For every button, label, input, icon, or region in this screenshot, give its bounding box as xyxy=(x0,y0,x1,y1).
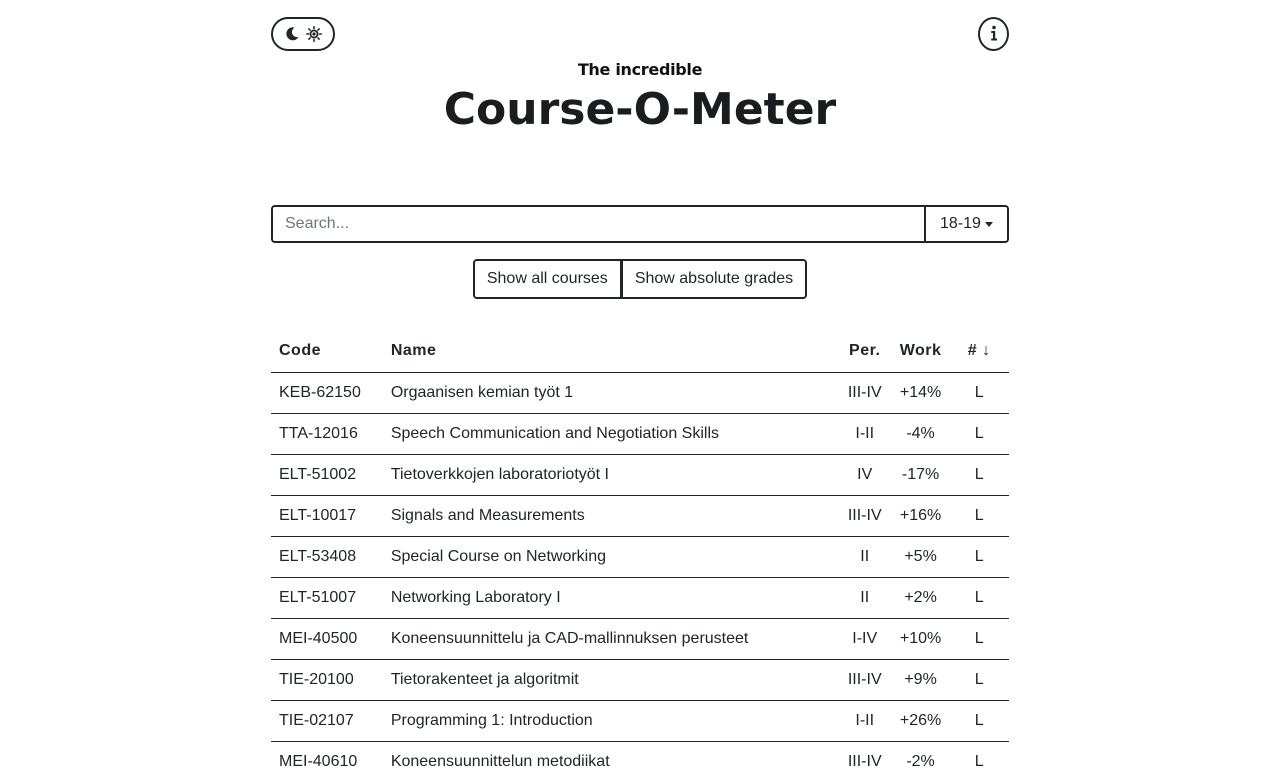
course-name: Speech Communication and Negotiation Ski… xyxy=(382,413,838,455)
column-header-name[interactable]: Name xyxy=(382,330,838,373)
course-code: KEB-62150 xyxy=(271,372,383,414)
course-work: +5% xyxy=(891,536,950,578)
course-name: Tietorakenteet ja algoritmit xyxy=(382,659,838,701)
table-row[interactable]: ELT-51007 Networking Laboratory I II +2%… xyxy=(271,577,1009,619)
course-work: -4% xyxy=(891,413,950,455)
caret-down-icon xyxy=(984,221,993,227)
course-name: Tietoverkkojen laboratoriotyöt I xyxy=(382,454,838,496)
course-count: L xyxy=(949,495,1009,537)
show-absolute-grades-button[interactable]: Show absolute grades xyxy=(621,259,808,299)
table-header-row: Code Name Per. Work # ↓ xyxy=(271,330,1009,373)
course-work: +14% xyxy=(891,372,950,414)
course-period: I-II xyxy=(837,700,892,742)
course-period: III-IV xyxy=(837,741,892,780)
info-icon xyxy=(986,24,1002,45)
course-count: L xyxy=(949,577,1009,619)
course-count: L xyxy=(949,536,1009,578)
course-period: II xyxy=(837,536,892,578)
course-work: -2% xyxy=(891,741,950,780)
search-bar: 18-19 xyxy=(271,205,1009,243)
page-title: Course-O-Meter xyxy=(443,84,837,135)
course-work: +26% xyxy=(891,700,950,742)
theme-toggle-button[interactable] xyxy=(271,17,335,51)
page-subtitle: The incredible xyxy=(577,60,703,79)
courses-table-body: KEB-62150 Orgaanisen kemian työt 1 III-I… xyxy=(271,372,1009,780)
table-row[interactable]: MEI-40500 Koneensuunnittelu ja CAD-malli… xyxy=(271,618,1009,660)
moon-icon xyxy=(284,26,300,42)
course-name: Koneensuunnittelu ja CAD-mallinnuksen pe… xyxy=(382,618,838,660)
course-work: +16% xyxy=(891,495,950,537)
course-name: Orgaanisen kemian työt 1 xyxy=(382,372,838,414)
search-input[interactable] xyxy=(271,205,926,243)
course-code: ELT-51002 xyxy=(271,454,383,496)
course-period: II xyxy=(837,577,892,619)
course-name: Programming 1: Introduction xyxy=(382,700,838,742)
table-row[interactable]: ELT-51002 Tietoverkkojen laboratoriotyöt… xyxy=(271,454,1009,496)
course-code: MEI-40610 xyxy=(271,741,383,780)
course-count: L xyxy=(949,372,1009,414)
course-code: TIE-20100 xyxy=(271,659,383,701)
table-row[interactable]: KEB-62150 Orgaanisen kemian työt 1 III-I… xyxy=(271,372,1009,414)
view-options: Show all courses Show absolute grades xyxy=(271,259,1009,299)
year-dropdown[interactable]: 18-19 xyxy=(926,205,1009,243)
course-code: MEI-40500 xyxy=(271,618,383,660)
course-code: TTA-12016 xyxy=(271,413,383,455)
course-code: ELT-51007 xyxy=(271,577,383,619)
table-row[interactable]: ELT-10017 Signals and Measurements III-I… xyxy=(271,495,1009,537)
info-button[interactable] xyxy=(978,17,1009,51)
column-header-code[interactable]: Code xyxy=(271,330,383,373)
course-count: L xyxy=(949,454,1009,496)
table-row[interactable]: TIE-20100 Tietorakenteet ja algoritmit I… xyxy=(271,659,1009,701)
sun-icon xyxy=(306,26,322,42)
course-period: III-IV xyxy=(837,659,892,701)
course-period: III-IV xyxy=(837,372,892,414)
course-work: +10% xyxy=(891,618,950,660)
course-count: L xyxy=(949,618,1009,660)
course-code: TIE-02107 xyxy=(271,700,383,742)
show-all-courses-button[interactable]: Show all courses xyxy=(472,259,622,299)
table-row[interactable]: TTA-12016 Speech Communication and Negot… xyxy=(271,413,1009,455)
course-period: IV xyxy=(837,454,892,496)
course-work: +2% xyxy=(891,577,950,619)
course-count: L xyxy=(949,413,1009,455)
table-row[interactable]: TIE-02107 Programming 1: Introduction I-… xyxy=(271,700,1009,742)
course-code: ELT-10017 xyxy=(271,495,383,537)
column-header-count[interactable]: # ↓ xyxy=(949,330,1009,373)
column-header-work[interactable]: Work xyxy=(891,330,950,373)
table-row[interactable]: ELT-53408 Special Course on Networking I… xyxy=(271,536,1009,578)
course-count: L xyxy=(949,700,1009,742)
course-name: Signals and Measurements xyxy=(382,495,838,537)
course-count: L xyxy=(949,659,1009,701)
table-row[interactable]: MEI-40610 Koneensuunnittelun metodiikat … xyxy=(271,741,1009,780)
course-count: L xyxy=(949,741,1009,780)
course-period: III-IV xyxy=(837,495,892,537)
course-period: I-II xyxy=(837,413,892,455)
course-name: Networking Laboratory I xyxy=(382,577,838,619)
column-header-period[interactable]: Per. xyxy=(837,330,892,373)
course-period: I-IV xyxy=(837,618,892,660)
course-work: -17% xyxy=(891,454,950,496)
course-name: Koneensuunnittelun metodiikat xyxy=(382,741,838,780)
course-name: Special Course on Networking xyxy=(382,536,838,578)
courses-table: Code Name Per. Work # ↓ KEB-62150 Orgaan… xyxy=(271,330,1009,780)
column-header-count-label: # xyxy=(967,341,978,359)
sort-down-icon: ↓ xyxy=(982,341,991,359)
course-work: +9% xyxy=(891,659,950,701)
year-dropdown-label: 18-19 xyxy=(940,215,981,232)
course-code: ELT-53408 xyxy=(271,536,383,578)
page-container: The incredible Course-O-Meter 18-19 Show… xyxy=(271,0,1009,780)
